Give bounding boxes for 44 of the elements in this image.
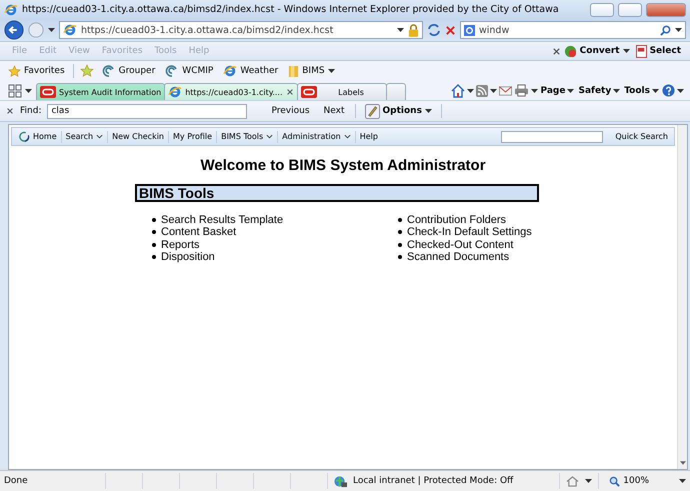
section-header: BIMS Tools <box>135 184 539 202</box>
search-text: windw <box>479 24 510 36</box>
favorites-button[interactable]: Favorites <box>6 64 67 78</box>
tool-link[interactable]: Reports <box>161 238 200 251</box>
tool-link[interactable]: Search Results Template <box>161 214 284 226</box>
tool-link[interactable]: Content Basket <box>161 226 236 239</box>
options-button[interactable]: Options <box>362 104 435 118</box>
tool-link[interactable]: Disposition <box>161 250 215 264</box>
tool-link[interactable]: Scanned Documents <box>407 250 510 264</box>
favorite-link[interactable]: Weather <box>221 64 280 78</box>
browser-tab[interactable]: System Audit Information <box>36 83 166 100</box>
page-heading: Welcome to BIMS System Administrator <box>199 157 487 174</box>
nav-menu-item[interactable]: BIMS Tools <box>217 130 278 142</box>
nav-menu-item[interactable]: Home <box>14 130 62 142</box>
nav-menu-item[interactable]: Help <box>356 130 382 142</box>
tool-link[interactable]: Check-In Default Settings <box>407 226 532 239</box>
favorite-link[interactable]: WCMIP <box>163 64 216 78</box>
command-menu[interactable]: Page <box>540 86 576 96</box>
nav-menu-item[interactable]: Search <box>62 130 108 142</box>
command-menu[interactable]: Safety <box>577 86 622 96</box>
find-label: Find: <box>20 106 42 116</box>
tool-link[interactable]: Checked-Out Content <box>407 238 514 251</box>
zoom-button[interactable]: 100% <box>605 476 653 486</box>
nav-menu-item[interactable]: Administration <box>278 130 356 142</box>
browser-tab[interactable]: Labels <box>296 83 386 100</box>
tool-link[interactable]: Contribution Folders <box>407 214 506 226</box>
search-field[interactable]: windw <box>460 21 686 39</box>
nav-menu-item[interactable]: New Checkin <box>108 130 170 142</box>
address-field[interactable]: https://cuead03-1.city.a.ottawa.ca/bimsd2/index.hcst <box>59 21 423 39</box>
nav-menu-item[interactable]: My Profile <box>169 130 218 142</box>
convert-button[interactable]: Convert <box>560 44 633 58</box>
browser-tab[interactable]: https://cuead03-1.city.... <box>164 83 298 100</box>
select-button[interactable]: Select <box>632 44 684 58</box>
favorite-link[interactable]: BIMS <box>286 64 337 78</box>
zone-text: Local intranet | Protected Mode: Off <box>352 476 514 486</box>
favorite-link[interactable]: Grouper <box>100 64 158 78</box>
command-menu[interactable]: Tools <box>623 86 660 96</box>
find-button[interactable]: Previous <box>267 106 314 116</box>
status-text: Done <box>4 476 29 486</box>
window-title: https://cuead03-1.city.a.ottawa.ca/bimsd2/index.hcst - Windows Internet Explorer provided by the City of Ottawa <box>22 4 560 15</box>
find-button[interactable]: Next <box>320 106 348 116</box>
url-text: https://cuead03-1.city.a.ottawa.ca/bimsd2/index.hcst <box>81 24 334 36</box>
find-field[interactable]: clas <box>47 104 248 118</box>
quick-search-button[interactable]: Quick Search <box>611 132 672 141</box>
